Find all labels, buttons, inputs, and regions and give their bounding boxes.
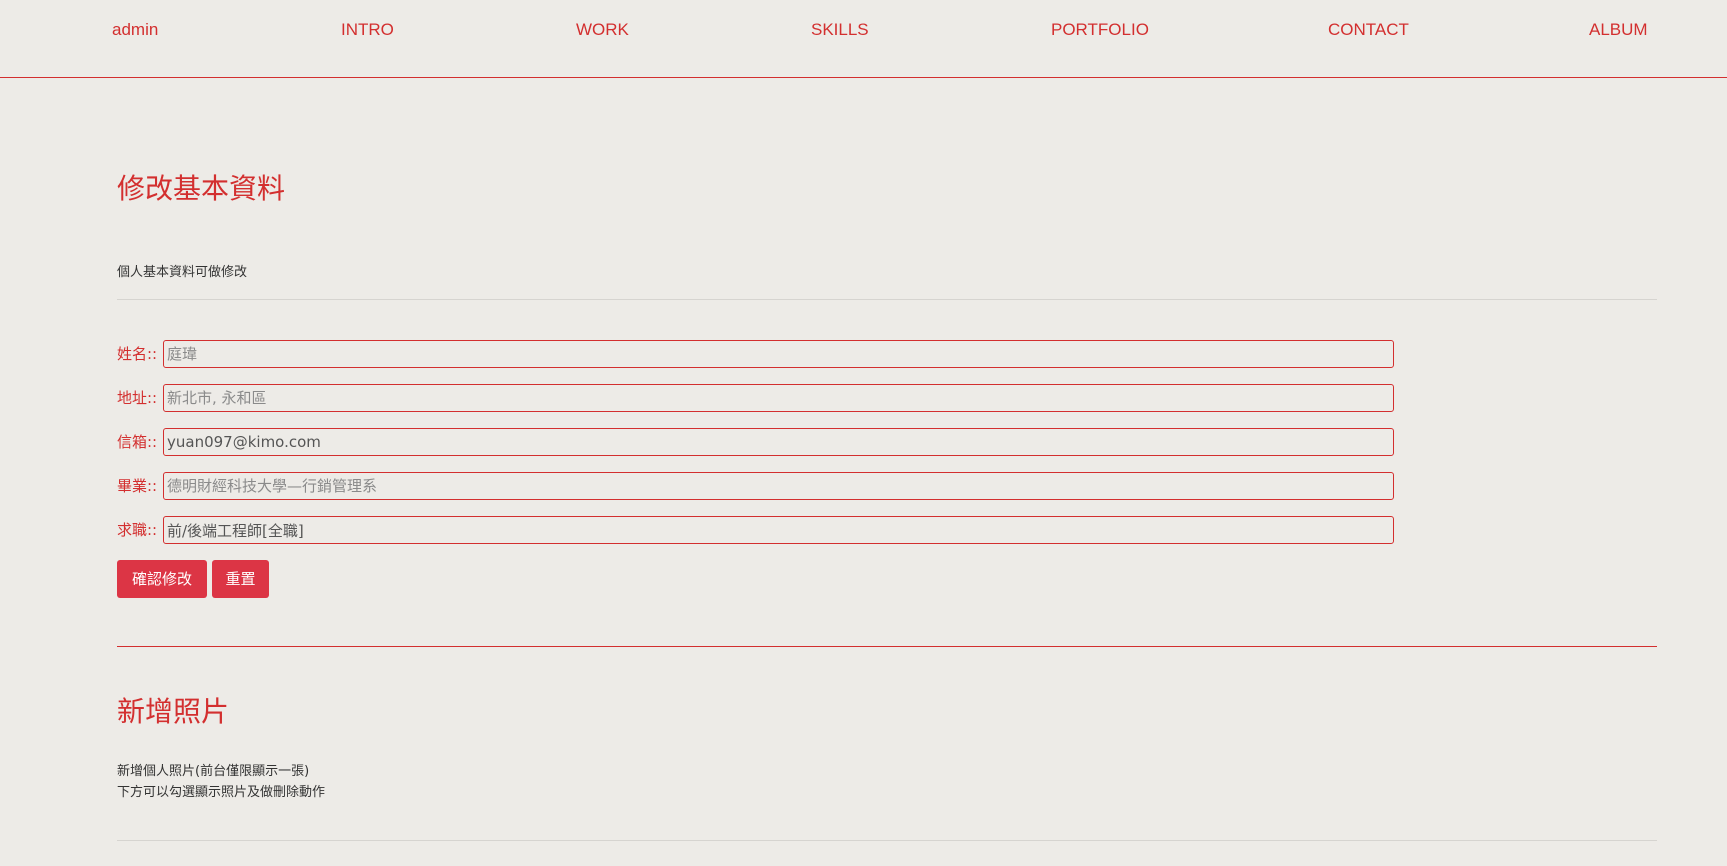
profile-section-divider — [117, 299, 1657, 300]
address-label: 地址:: — [117, 389, 158, 407]
nav-link-contact[interactable]: CONTACT — [1328, 20, 1409, 40]
photo-section-divider — [117, 840, 1657, 841]
name-label: 姓名:: — [117, 345, 158, 363]
graduation-label: 畢業:: — [117, 477, 158, 495]
confirm-edit-button[interactable]: 確認修改 — [117, 560, 207, 598]
email-label: 信箱:: — [117, 433, 158, 451]
photo-description-line2: 下方可以勾選顯示照片及做刪除動作 — [117, 785, 326, 800]
section-separator — [117, 646, 1657, 647]
photo-description-line1: 新增個人照片(前台僅限顯示一張) — [117, 764, 310, 779]
form-row-job: 求職:: — [117, 516, 1397, 544]
reset-button[interactable]: 重置 — [212, 560, 269, 598]
form-row-address: 地址:: — [117, 384, 1397, 412]
nav-link-intro[interactable]: INTRO — [341, 20, 394, 40]
form-row-email: 信箱:: — [117, 428, 1397, 456]
nav-link-album[interactable]: ALBUM — [1589, 20, 1648, 40]
nav-link-admin[interactable]: admin — [112, 20, 158, 40]
nav-link-work[interactable]: WORK — [576, 20, 629, 40]
address-input[interactable] — [163, 384, 1394, 412]
job-label: 求職:: — [117, 521, 158, 539]
name-input[interactable] — [163, 340, 1394, 368]
photo-section-title: 新增照片 — [117, 695, 230, 728]
nav-link-skills[interactable]: SKILLS — [811, 20, 869, 40]
profile-section-description: 個人基本資料可做修改 — [117, 265, 248, 280]
job-input[interactable] — [163, 516, 1394, 544]
nav-link-portfolio[interactable]: PORTFOLIO — [1051, 20, 1149, 40]
top-navigation: admin INTRO WORK SKILLS PORTFOLIO CONTAC… — [0, 0, 1727, 78]
email-input[interactable] — [163, 428, 1394, 456]
profile-section-title: 修改基本資料 — [117, 172, 286, 205]
graduation-input[interactable] — [163, 472, 1394, 500]
form-row-graduation: 畢業:: — [117, 472, 1397, 500]
form-row-name: 姓名:: — [117, 340, 1397, 368]
